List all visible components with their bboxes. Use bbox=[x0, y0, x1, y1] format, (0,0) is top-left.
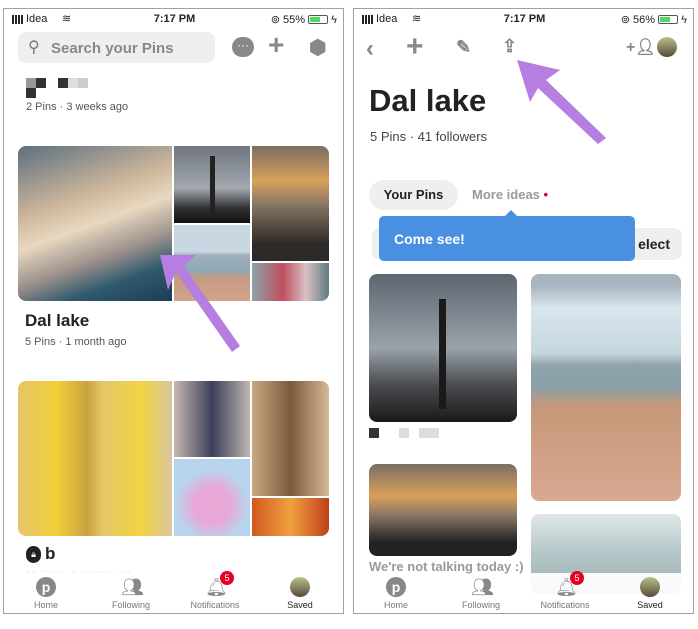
annotation-arrow bbox=[517, 60, 606, 144]
annotation-arrows bbox=[160, 60, 606, 352]
annotation-arrow bbox=[160, 255, 240, 352]
